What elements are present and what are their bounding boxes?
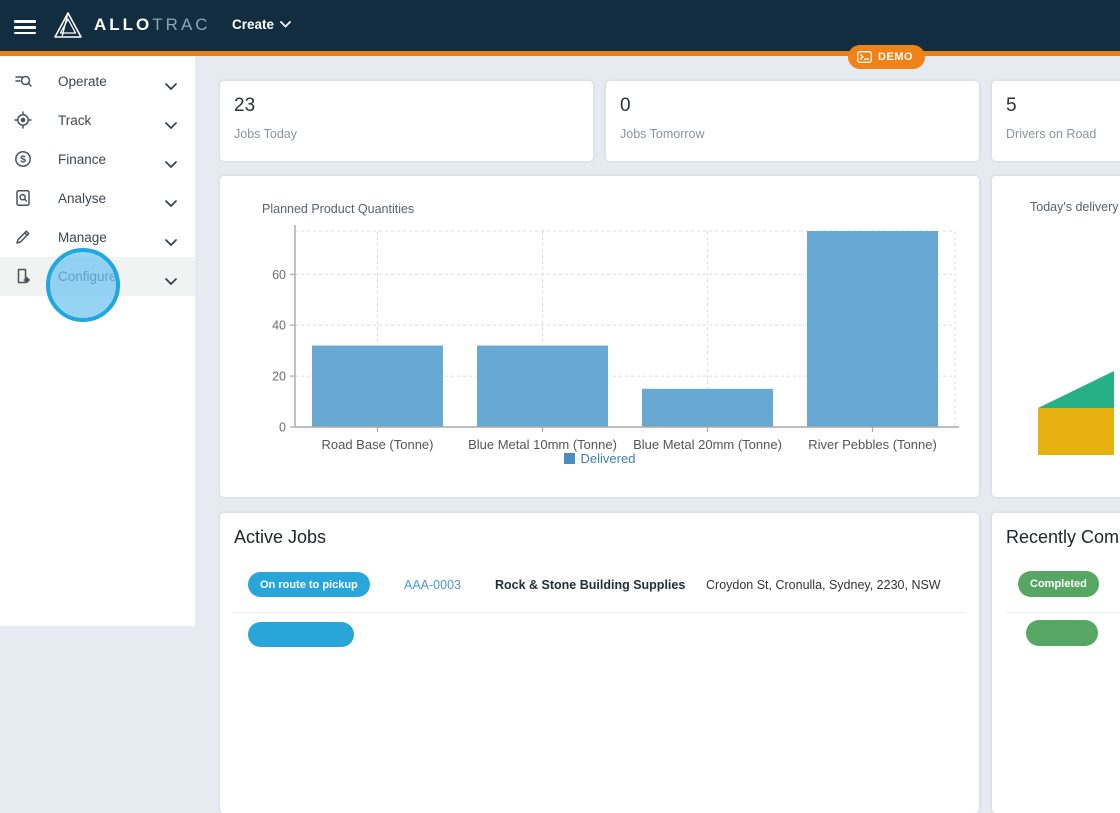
chevron-down-icon (165, 195, 177, 213)
stat-value: 5 (1006, 95, 1017, 117)
planned-quantities-chart: Road Base (Tonne) Blue Metal 10mm (Tonne)… (259, 220, 959, 452)
sidebar-item-label: Manage (58, 230, 107, 245)
sidebar-item-finance[interactable]: $ Finance (0, 140, 195, 179)
svg-text:60: 60 (272, 268, 286, 282)
chart-title: Planned Product Quantities (262, 202, 414, 216)
svg-text:Blue Metal 20mm (Tonne): Blue Metal 20mm (Tonne) (633, 437, 782, 452)
sidebar-item-label: Track (58, 113, 91, 128)
track-icon (14, 111, 32, 129)
sidebar-item-label: Operate (58, 74, 107, 89)
chevron-down-icon (165, 78, 177, 96)
accent-bar (0, 51, 1120, 56)
sidebar-item-track[interactable]: Track (0, 101, 195, 140)
brand-wordmark: ALLOTRAC (94, 15, 211, 35)
sidebar-item-configure[interactable]: Configure (0, 257, 195, 296)
fulfilment-area-yellow (1038, 408, 1114, 455)
fulfilment-title: Today's delivery fu (1030, 200, 1120, 214)
active-jobs-title: Active Jobs (234, 527, 326, 548)
svg-text:40: 40 (272, 319, 286, 333)
terminal-icon (857, 51, 872, 63)
top-navbar: ALLOTRAC Create (0, 0, 1120, 51)
svg-text:$: $ (20, 154, 26, 166)
sidebar-item-label: Finance (58, 152, 106, 167)
operate-icon (14, 72, 32, 90)
create-dropdown[interactable]: Create (232, 17, 291, 32)
sidebar-item-manage[interactable]: Manage (0, 218, 195, 257)
menu-icon[interactable] (14, 17, 36, 35)
fulfilment-area-green (1038, 371, 1114, 408)
stat-value: 23 (234, 95, 255, 117)
legend-swatch (564, 453, 575, 464)
allotrac-logo-icon[interactable] (52, 10, 84, 47)
recently-completed-card (992, 513, 1120, 813)
chevron-down-icon (280, 21, 291, 28)
svg-text:0: 0 (279, 421, 286, 435)
chart-legend[interactable]: Delivered (220, 451, 979, 466)
manage-icon (14, 228, 32, 246)
job-address: Croydon St, Cronulla, Sydney, 2230, NSW (706, 578, 941, 592)
svg-text:20: 20 (272, 370, 286, 384)
sidebar: Operate Track $ Finance (0, 56, 195, 626)
chevron-down-icon (165, 273, 177, 291)
sidebar-item-label: Analyse (58, 191, 106, 206)
completed-status-badge-partial[interactable] (1026, 620, 1098, 646)
row-divider (234, 612, 965, 613)
chevron-down-icon (165, 234, 177, 252)
job-customer: Rock & Stone Building Supplies (495, 578, 685, 592)
job-status-badge[interactable]: On route to pickup (248, 572, 370, 597)
fulfilment-chart (1038, 371, 1115, 456)
stat-card-drivers-on-road: 5 Drivers on Road (992, 81, 1120, 161)
svg-text:River Pebbles (Tonne): River Pebbles (Tonne) (808, 437, 937, 452)
chevron-down-icon (165, 156, 177, 174)
stat-label: Drivers on Road (1006, 127, 1096, 141)
sidebar-item-label: Configure (58, 269, 117, 284)
legend-label: Delivered (581, 451, 636, 466)
finance-icon: $ (14, 150, 32, 168)
recently-completed-title: Recently Com (1006, 527, 1119, 548)
stat-label: Jobs Today (234, 127, 297, 141)
row-divider (1006, 612, 1120, 613)
job-id-link[interactable]: AAA-0003 (404, 578, 461, 592)
svg-text:Road Base (Tonne): Road Base (Tonne) (321, 437, 433, 452)
stat-card-jobs-tomorrow: 0 Jobs Tomorrow (606, 81, 979, 161)
analyse-icon (14, 189, 32, 207)
stat-card-jobs-today: 23 Jobs Today (220, 81, 593, 161)
sidebar-item-operate[interactable]: Operate (0, 62, 195, 101)
configure-icon (14, 267, 32, 285)
chevron-down-icon (165, 117, 177, 135)
completed-status-badge[interactable]: Completed (1018, 571, 1099, 597)
svg-text:Blue Metal 10mm (Tonne): Blue Metal 10mm (Tonne) (468, 437, 617, 452)
active-jobs-card (220, 513, 979, 813)
sidebar-item-analyse[interactable]: Analyse (0, 179, 195, 218)
stat-value: 0 (620, 95, 631, 117)
demo-badge: DEMO (848, 45, 925, 69)
stat-label: Jobs Tomorrow (620, 127, 705, 141)
